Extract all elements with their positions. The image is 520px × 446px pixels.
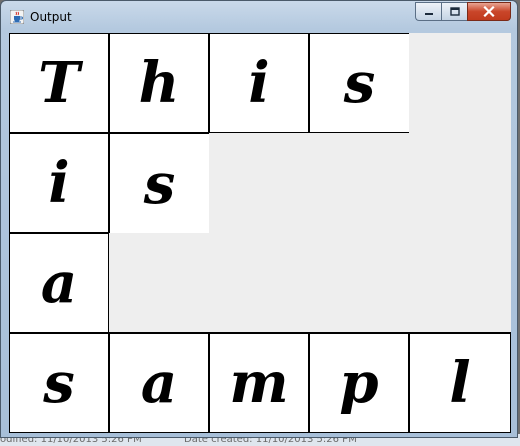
letter-glyph: l [449,350,471,416]
letter-tile: m [209,333,309,433]
letter-tile: i [9,133,109,233]
window-title: Output [30,10,72,24]
minimize-icon [424,12,433,15]
letter-glyph: m [229,350,289,416]
letter-tile: a [109,333,209,433]
letter-tile: i [209,33,309,133]
letter-glyph: p [339,350,379,416]
caption-buttons [415,2,511,22]
content-panel: T h i s i s a s a m p l [9,33,511,433]
letter-glyph: T [38,50,80,116]
maximize-button[interactable] [441,2,467,21]
letter-tile: h [109,33,209,133]
close-icon [483,6,495,17]
title-bar[interactable]: Output [1,1,517,31]
letter-glyph: i [248,50,270,116]
letter-glyph: i [48,150,70,216]
minimize-button[interactable] [415,2,441,21]
letter-tile: l [409,333,511,433]
letter-glyph: h [138,50,180,116]
close-button[interactable] [467,2,511,21]
letter-tile: p [309,333,409,433]
letter-tile: s [109,133,209,233]
letter-glyph: s [343,50,376,116]
maximize-icon [449,7,460,16]
letter-glyph: s [143,150,176,217]
letter-tile: s [309,33,409,133]
java-cup-icon [10,10,24,24]
output-window: Output T h i s i s a s a m p l [0,0,518,438]
letter-tile: T [9,33,109,133]
letter-tile: a [9,233,109,333]
letter-glyph: a [140,350,178,416]
letter-glyph: a [40,250,78,316]
letter-tile: s [9,333,109,433]
letter-glyph: s [43,350,75,416]
